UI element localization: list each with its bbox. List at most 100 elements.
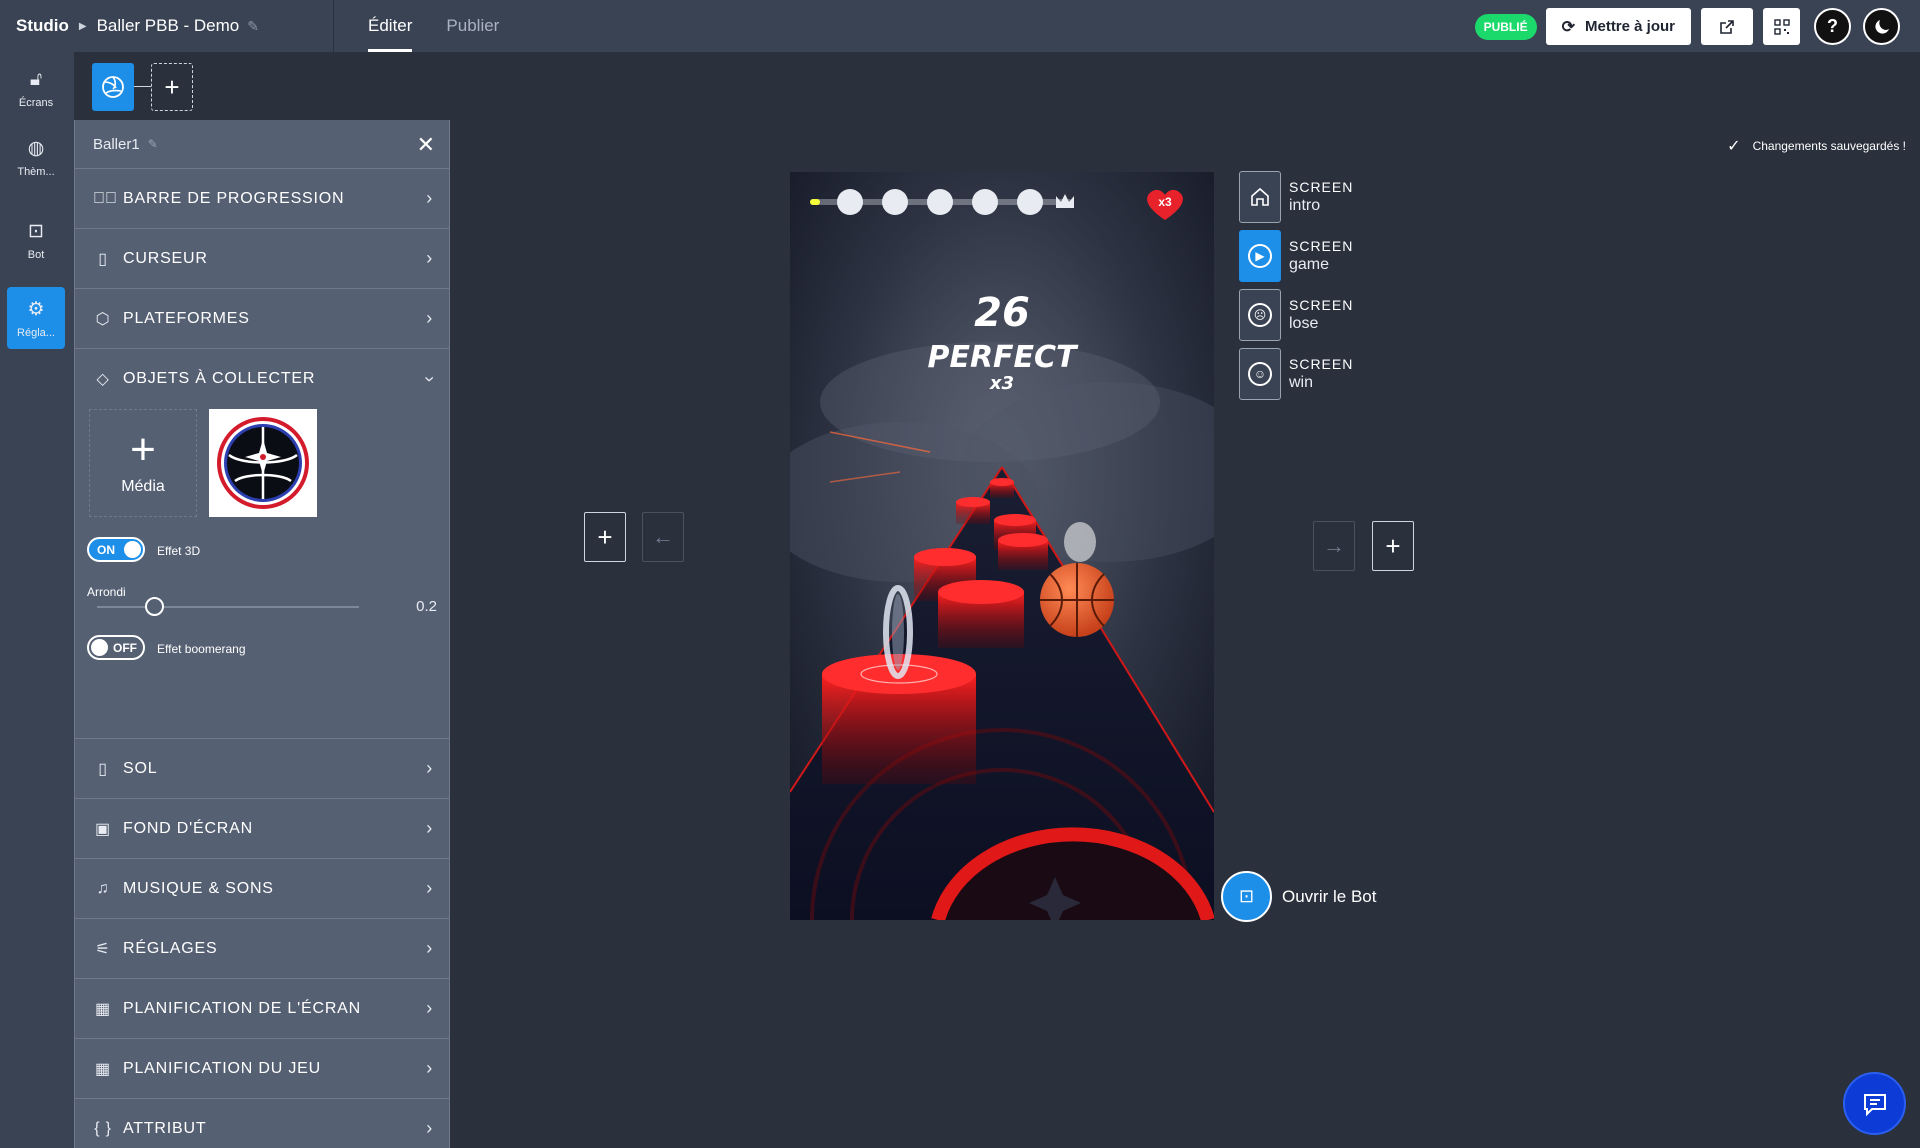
robot-icon: ⊡ xyxy=(1221,871,1272,922)
pencil-icon[interactable]: ✎ xyxy=(148,137,158,151)
section-planification-ecran[interactable]: ▦ PLANIFICATION DE L'ÉCRAN › xyxy=(75,979,449,1039)
section-fond-ecran[interactable]: ▣ FOND D'ÉCRAN › xyxy=(75,799,449,859)
pencil-icon[interactable]: ✎ xyxy=(247,18,259,35)
screen-name: lose xyxy=(1289,315,1319,332)
calendar-icon: ▦ xyxy=(95,1000,111,1018)
screen-icon-box xyxy=(1239,171,1281,223)
help-button[interactable]: ? xyxy=(1814,8,1851,45)
screen-name: game xyxy=(1289,256,1330,273)
panel-title[interactable]: Baller1 xyxy=(93,136,140,153)
chevron-right-icon: › xyxy=(426,758,433,778)
screen-kind: SCREEN xyxy=(1289,179,1354,195)
arrondi-slider-handle[interactable] xyxy=(145,597,164,616)
screen-item-game[interactable]: ▶ SCREEN game xyxy=(1239,230,1399,282)
section-label: BARRE DE PROGRESSION xyxy=(123,189,345,207)
nav-rail: 🔓︎ Écrans ◍ Thèm... ⊡ Bot ⚙︎ Régla... xyxy=(0,52,74,1148)
theme-toggle-button[interactable] xyxy=(1863,8,1900,45)
lock-icon: 🔓︎ xyxy=(29,69,43,90)
qr-code-icon xyxy=(1773,18,1790,35)
section-musique-sons[interactable]: ♫ MUSIQUE & SONS › xyxy=(75,859,449,919)
arrondi-label: Arrondi xyxy=(87,585,126,599)
open-external-button[interactable] xyxy=(1701,8,1753,45)
update-button[interactable]: ⟳ Mettre à jour xyxy=(1545,8,1691,45)
volleyball-icon xyxy=(102,76,124,98)
rail-item-label: Thèm... xyxy=(17,165,55,178)
section-label: PLANIFICATION DU JEU xyxy=(123,1059,321,1077)
rail-item-theme[interactable]: ◍ Thèm... xyxy=(7,126,65,188)
rail-item-ecrans[interactable]: 🔓︎ Écrans xyxy=(7,58,65,120)
collectible-image[interactable] xyxy=(209,409,317,517)
screen-icon-box: ☹ xyxy=(1239,289,1281,341)
save-status: ✓ Changements sauvegardés ! xyxy=(1727,136,1906,156)
tab-editer[interactable]: Éditer xyxy=(368,0,413,52)
rail-item-label: Bot xyxy=(27,248,45,261)
arrow-left-icon: ← xyxy=(652,524,674,549)
section-curseur[interactable]: ▯ CURSEUR › xyxy=(75,229,449,289)
screen-icon-box: ☺ xyxy=(1239,348,1281,400)
project-name[interactable]: Baller PBB - Demo xyxy=(97,16,240,36)
qr-code-button[interactable] xyxy=(1763,8,1800,45)
close-icon[interactable]: ✕ xyxy=(417,132,435,158)
palette-icon: ◍ xyxy=(27,137,45,159)
collect-settings: + Média ON Effet 3D Arrondi 0.2 OFF Effe… xyxy=(75,409,449,739)
boomerang-toggle[interactable]: OFF xyxy=(87,635,145,660)
chevron-right-icon: › xyxy=(426,188,433,208)
screen-thumbnail[interactable] xyxy=(92,63,134,111)
cube-icon: ⬡ xyxy=(95,310,111,328)
chevron-right-icon: › xyxy=(426,248,433,268)
section-label: OBJETS À COLLECTER xyxy=(123,370,316,387)
check-circle-icon: ✓⃝ xyxy=(93,189,118,207)
gear-icon: ⚙︎ xyxy=(27,298,45,320)
section-reglages[interactable]: ⚟ RÉGLAGES › xyxy=(75,919,449,979)
section-label: FOND D'ÉCRAN xyxy=(123,819,253,837)
chevron-right-icon: › xyxy=(426,878,433,898)
top-bar: Studio ▶ Baller PBB - Demo ✎ Éditer Publ… xyxy=(0,0,1920,52)
screen-item-lose[interactable]: ☹ SCREEN lose xyxy=(1239,289,1399,341)
game-scene xyxy=(790,172,1214,920)
update-button-label: Mettre à jour xyxy=(1584,18,1675,35)
diamond-icon: ◇ xyxy=(96,371,110,388)
mode-tabs: Éditer Publier xyxy=(368,0,533,52)
section-objets-collecter[interactable]: ◇ OBJETS À COLLECTER › xyxy=(75,349,449,409)
section-sol[interactable]: ▯ SOL › xyxy=(75,739,449,799)
rail-item-label: Régla... xyxy=(17,326,55,339)
chevron-right-icon: › xyxy=(426,1118,433,1138)
section-label: CURSEUR xyxy=(123,249,208,267)
section-barre-progression[interactable]: ✓⃝ BARRE DE PROGRESSION › xyxy=(75,169,449,229)
braces-icon: { } xyxy=(94,1119,112,1137)
screen-item-intro[interactable]: SCREEN intro xyxy=(1239,171,1399,223)
music-icon: ♫ xyxy=(96,879,110,897)
section-attribut[interactable]: { } ATTRIBUT › xyxy=(75,1099,449,1148)
breadcrumb-studio[interactable]: Studio xyxy=(16,16,69,36)
rail-item-bot[interactable]: ⊡ Bot xyxy=(7,209,65,271)
media-label: Média xyxy=(121,478,165,495)
screen-name: intro xyxy=(1289,197,1321,214)
sad-face-icon: ☹ xyxy=(1248,303,1272,327)
add-screen-before-button[interactable]: + xyxy=(584,512,626,562)
open-bot-button[interactable]: ⊡ Ouvrir le Bot xyxy=(1221,871,1376,922)
add-screen-button[interactable]: + xyxy=(151,63,193,111)
section-label: RÉGLAGES xyxy=(123,939,218,957)
screen-icon-box: ▶ xyxy=(1239,230,1281,282)
rail-item-label: Écrans xyxy=(18,97,54,109)
screen-item-win[interactable]: ☺ SCREEN win xyxy=(1239,348,1399,400)
plus-icon: + xyxy=(1385,530,1401,561)
section-plateformes[interactable]: ⬡ PLATEFORMES › xyxy=(75,289,449,349)
effet-3d-toggle[interactable]: ON xyxy=(87,537,145,562)
chat-support-button[interactable] xyxy=(1843,1072,1906,1135)
tab-publier[interactable]: Publier xyxy=(446,0,499,52)
previous-screen-button[interactable]: ← xyxy=(642,512,684,562)
add-media-button[interactable]: + Média xyxy=(89,409,197,517)
plus-icon: + xyxy=(164,71,180,102)
chevron-right-icon: › xyxy=(426,308,433,328)
rail-item-reglages[interactable]: ⚙︎ Régla... xyxy=(7,287,65,349)
next-screen-button[interactable]: → xyxy=(1313,521,1355,571)
arrondi-slider-track[interactable] xyxy=(97,606,359,608)
smile-face-icon: ☺ xyxy=(1248,362,1272,386)
section-planification-jeu[interactable]: ▦ PLANIFICATION DU JEU › xyxy=(75,1039,449,1099)
moon-icon xyxy=(1874,19,1889,34)
game-preview[interactable]: x3 26 PERFECT x3 xyxy=(790,172,1214,920)
screen-kind: SCREEN xyxy=(1289,238,1354,254)
panel-header: Baller1 ✎ ✕ xyxy=(75,120,449,169)
add-screen-after-button[interactable]: + xyxy=(1372,521,1414,571)
